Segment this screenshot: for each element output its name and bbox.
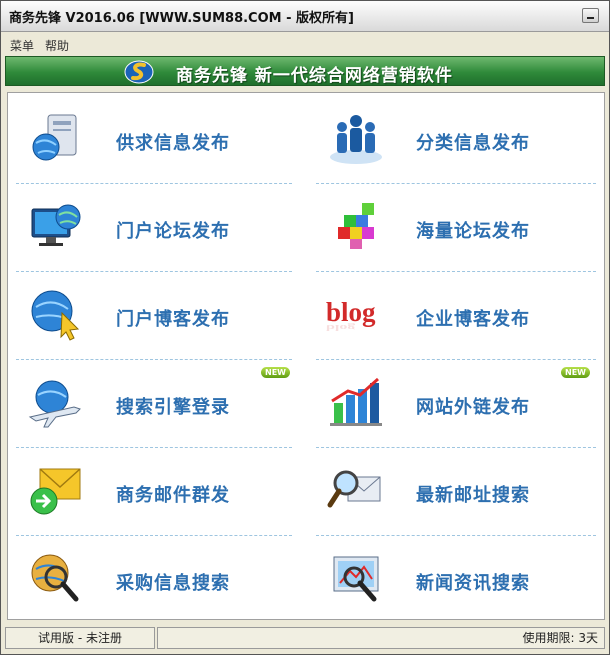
menu-item-help[interactable]: 帮助: [45, 37, 69, 54]
app-window: 商务先锋 V2016.06 [WWW.SUM88.COM - 版权所有] 菜单 …: [0, 0, 610, 655]
tile-email-search[interactable]: 最新邮址搜索: [314, 447, 594, 533]
separator: [316, 447, 596, 448]
tile-news-search[interactable]: 新闻资讯搜索: [314, 535, 594, 621]
tile-label: 门户博客发布: [116, 309, 230, 330]
globe-magnifier-icon: [31, 554, 79, 602]
new-badge: NEW: [561, 367, 590, 378]
separator: [16, 271, 292, 272]
tile-purchase-search[interactable]: 采购信息搜索: [14, 535, 294, 621]
menu-item-menu[interactable]: 菜单: [10, 37, 34, 54]
banner-slogan: 商务先锋 新一代综合网络营销软件: [176, 66, 453, 86]
separator: [16, 535, 292, 536]
tile-label: 分类信息发布: [416, 133, 530, 154]
menu-bar: 菜单 帮助: [1, 33, 609, 55]
mail-search-icon: [327, 470, 381, 508]
app-logo-icon: [124, 60, 154, 84]
tile-label: 商务邮件群发: [116, 485, 230, 506]
status-bar: 试用版 - 未注册 使用期限: 3天: [1, 623, 609, 654]
tile-label: 企业博客发布: [416, 309, 530, 330]
tile-label: 网站外链发布: [416, 397, 530, 418]
tile-label: 海量论坛发布: [416, 221, 530, 242]
separator: [316, 183, 596, 184]
tile-label: 最新邮址搜索: [416, 485, 530, 506]
blog-logo-icon: blog blog: [326, 297, 376, 332]
monitor-globe-icon: [31, 204, 81, 246]
tile-business-mail[interactable]: 商务邮件群发: [14, 447, 294, 533]
svg-text:blog: blog: [326, 297, 376, 327]
separator: [316, 535, 596, 536]
separator: [316, 359, 596, 360]
tile-label: 采购信息搜索: [116, 573, 230, 594]
banner: 商务先锋 新一代综合网络营销软件: [5, 56, 605, 86]
screen-magnifier-icon: [333, 556, 379, 602]
globe-cursor-icon: [31, 290, 80, 341]
minimize-button[interactable]: [582, 8, 599, 23]
separator: [16, 359, 292, 360]
tile-label: 新闻资讯搜索: [416, 573, 530, 594]
tile-portal-blog[interactable]: 门户博客发布: [14, 271, 294, 357]
new-badge: NEW: [261, 367, 290, 378]
bar-chart-icon: [330, 377, 382, 426]
window-title: 商务先锋 V2016.06 [WWW.SUM88.COM - 版权所有]: [9, 11, 354, 26]
usage-period: 使用期限: 3天: [157, 627, 605, 649]
tile-enterprise-blog[interactable]: blog blog 企业博客发布: [314, 271, 594, 357]
airplane-globe-icon: [28, 380, 81, 428]
feature-grid: 供求信息发布 分类信息发布 门户论坛发布 海量论坛发布 门户博客发布 blog …: [7, 92, 605, 620]
colored-cubes-icon: [338, 203, 374, 249]
separator: [316, 271, 596, 272]
tile-portal-forum[interactable]: 门户论坛发布: [14, 183, 294, 269]
tile-label: 搜索引擎登录: [116, 397, 230, 418]
minimize-icon: [587, 17, 594, 19]
people-group-icon: [330, 115, 382, 164]
tile-classified[interactable]: 分类信息发布: [314, 95, 594, 181]
tile-mass-forum[interactable]: 海量论坛发布: [314, 183, 594, 269]
tile-label: 供求信息发布: [116, 133, 230, 154]
license-status: 试用版 - 未注册: [5, 627, 155, 649]
mail-envelope-icon: [30, 468, 81, 515]
computer-globe-icon: [32, 114, 77, 161]
svg-text:blog: blog: [326, 323, 356, 332]
separator: [16, 183, 292, 184]
separator: [16, 447, 292, 448]
tile-external-links[interactable]: 网站外链发布 NEW: [314, 359, 594, 445]
tile-search-engine-submit[interactable]: 搜索引擎登录 NEW: [14, 359, 294, 445]
tile-label: 门户论坛发布: [116, 221, 230, 242]
title-bar[interactable]: 商务先锋 V2016.06 [WWW.SUM88.COM - 版权所有]: [1, 1, 609, 32]
tile-supply-demand[interactable]: 供求信息发布: [14, 95, 294, 181]
